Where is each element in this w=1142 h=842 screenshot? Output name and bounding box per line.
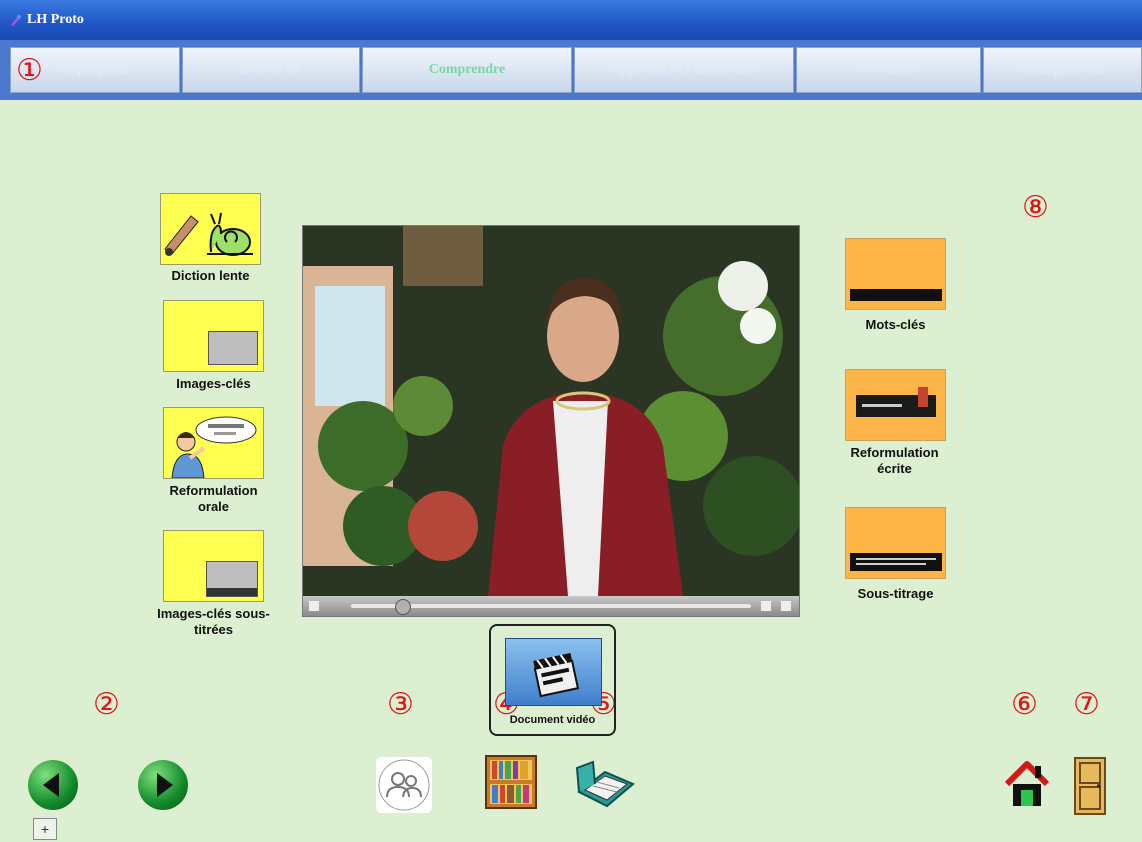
- forward-button[interactable]: [138, 760, 188, 810]
- tab-decouvrir[interactable]: Découvrir: [182, 47, 360, 93]
- video-frame: [303, 226, 799, 596]
- arrow-right-icon: [157, 773, 173, 797]
- reformulation-orale-button[interactable]: [163, 407, 264, 479]
- volume-icon[interactable]: [309, 601, 319, 611]
- written-rephrasing-icon: [856, 387, 936, 417]
- mots-cles-label: Mots-clés: [865, 317, 926, 332]
- reformulation-ecrite-label: Reformulation écrite: [850, 445, 939, 476]
- sous-titrage-button[interactable]: [845, 507, 946, 579]
- seek-handle[interactable]: [395, 599, 411, 615]
- video-controls: [303, 596, 799, 616]
- seek-track[interactable]: [351, 604, 751, 608]
- notebook-icon: [575, 760, 635, 808]
- mots-cles-button[interactable]: [845, 238, 946, 310]
- people-icon: [378, 759, 430, 811]
- home-icon: [1004, 761, 1050, 806]
- forward-icon[interactable]: [781, 601, 791, 611]
- images-cles-sous-titrees-label: Images-clés sous-titrées: [157, 606, 270, 637]
- window-title: LH Proto: [27, 12, 84, 27]
- keywords-icon: [850, 289, 942, 301]
- subtitles-icon: [850, 553, 942, 571]
- people-button[interactable]: [376, 757, 432, 813]
- diction-lente-button[interactable]: [160, 193, 261, 265]
- snail-icon: [164, 212, 253, 256]
- marker-8: ⑧: [1022, 191, 1049, 224]
- marker-6: ⑥: [1011, 688, 1038, 721]
- title-bar: LH Proto: [0, 0, 1142, 40]
- images-cles-sous-titrees-button[interactable]: [163, 530, 264, 602]
- marker-1: ①: [16, 54, 43, 87]
- marker-2: ②: [93, 688, 120, 721]
- back-button[interactable]: [28, 760, 78, 810]
- home-button[interactable]: [1004, 760, 1050, 810]
- rewind-icon[interactable]: [761, 601, 771, 611]
- notebook-button[interactable]: [573, 758, 635, 810]
- document-video-label: Document vidéo: [509, 714, 596, 726]
- bookshelf-button[interactable]: [480, 752, 542, 812]
- document-video-button[interactable]: Document vidéo: [489, 624, 616, 736]
- key-images-icon: [208, 331, 258, 365]
- marker-3: ③: [387, 688, 414, 721]
- exit-button[interactable]: [1073, 756, 1107, 816]
- bookshelf-icon: [485, 755, 537, 809]
- tab-aller-plus-loin[interactable]: Aller plus loin: [983, 47, 1142, 93]
- images-cles-label: Images-clés: [176, 376, 251, 391]
- reformulation-orale-label: Reformulation orale: [169, 483, 258, 514]
- zoom-button[interactable]: +: [33, 818, 57, 840]
- tab-sevaluer[interactable]: S'évaluer: [796, 47, 981, 93]
- sous-titrage-label: Sous-titrage: [857, 586, 934, 601]
- marker-7: ⑦: [1073, 688, 1100, 721]
- reformulation-ecrite-button[interactable]: [845, 369, 946, 441]
- tab-comprendre[interactable]: Comprendre: [362, 47, 572, 93]
- app-icon: [11, 15, 21, 26]
- clapperboard-icon: [533, 652, 580, 698]
- images-cles-button[interactable]: [163, 300, 264, 372]
- door-icon: [1074, 757, 1106, 815]
- subtitled-images-icon: [206, 561, 258, 597]
- arrow-left-icon: [43, 773, 59, 797]
- video-player[interactable]: [302, 225, 800, 617]
- speaking-person-icon: [171, 416, 257, 479]
- tab-apprendre-memoriser[interactable]: Apprendre et mémoriser: [574, 47, 794, 93]
- diction-lente-label: Diction lente: [171, 268, 250, 283]
